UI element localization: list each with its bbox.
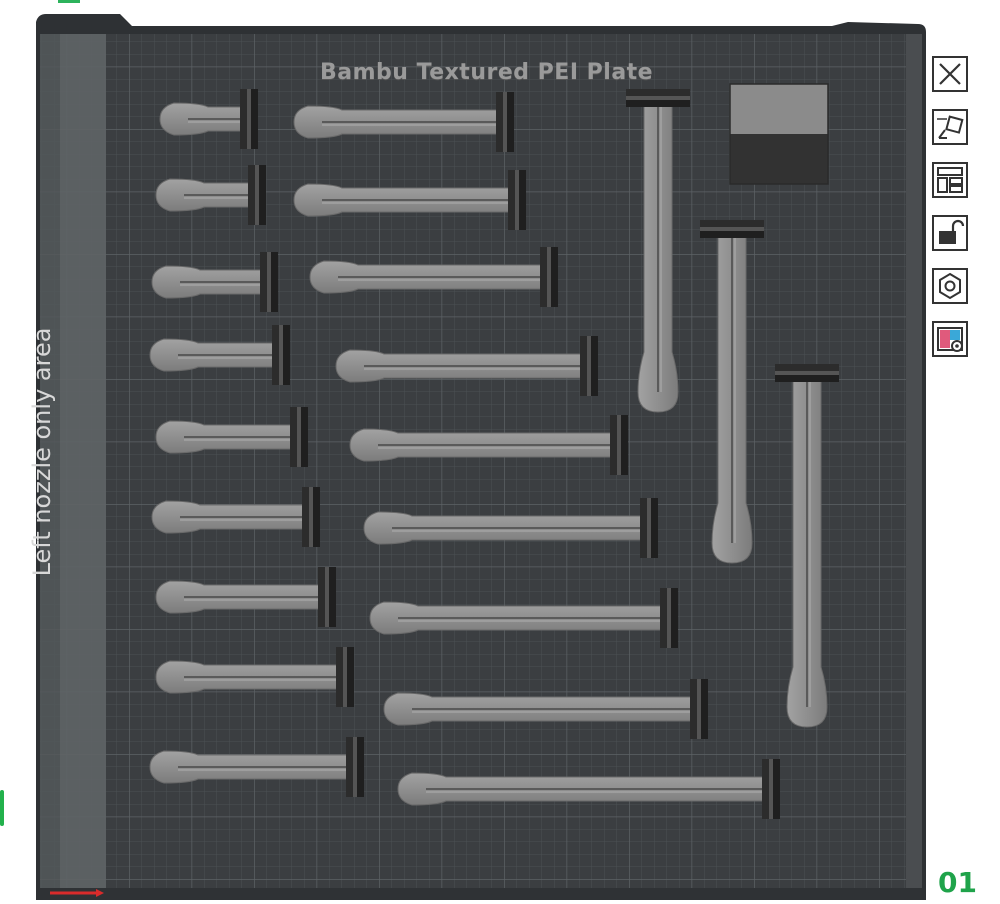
lock-icon <box>932 215 968 251</box>
auto-orient-button[interactable] <box>930 107 970 147</box>
plate-number: 01 <box>938 866 977 899</box>
left-nozzle-label: Left nozzle only area <box>28 327 56 577</box>
close-plate-button[interactable] <box>930 54 970 94</box>
auto-orient-icon <box>932 109 968 145</box>
lock-plate-button[interactable] <box>930 213 970 253</box>
plate-toolbar <box>929 54 971 359</box>
block-model <box>729 83 829 185</box>
arrange-button[interactable] <box>930 160 970 200</box>
build-plate[interactable] <box>0 0 1000 904</box>
arrange-icon <box>932 162 968 198</box>
y-axis-indicator <box>0 790 4 826</box>
plate-title: Bambu Textured PEI Plate <box>320 60 654 85</box>
plate-settings-hex-icon <box>932 268 968 304</box>
plate-preview-icon <box>932 321 968 357</box>
plate-preview-button[interactable] <box>930 319 970 359</box>
close-icon <box>932 56 968 92</box>
plate-settings-button[interactable] <box>930 266 970 306</box>
